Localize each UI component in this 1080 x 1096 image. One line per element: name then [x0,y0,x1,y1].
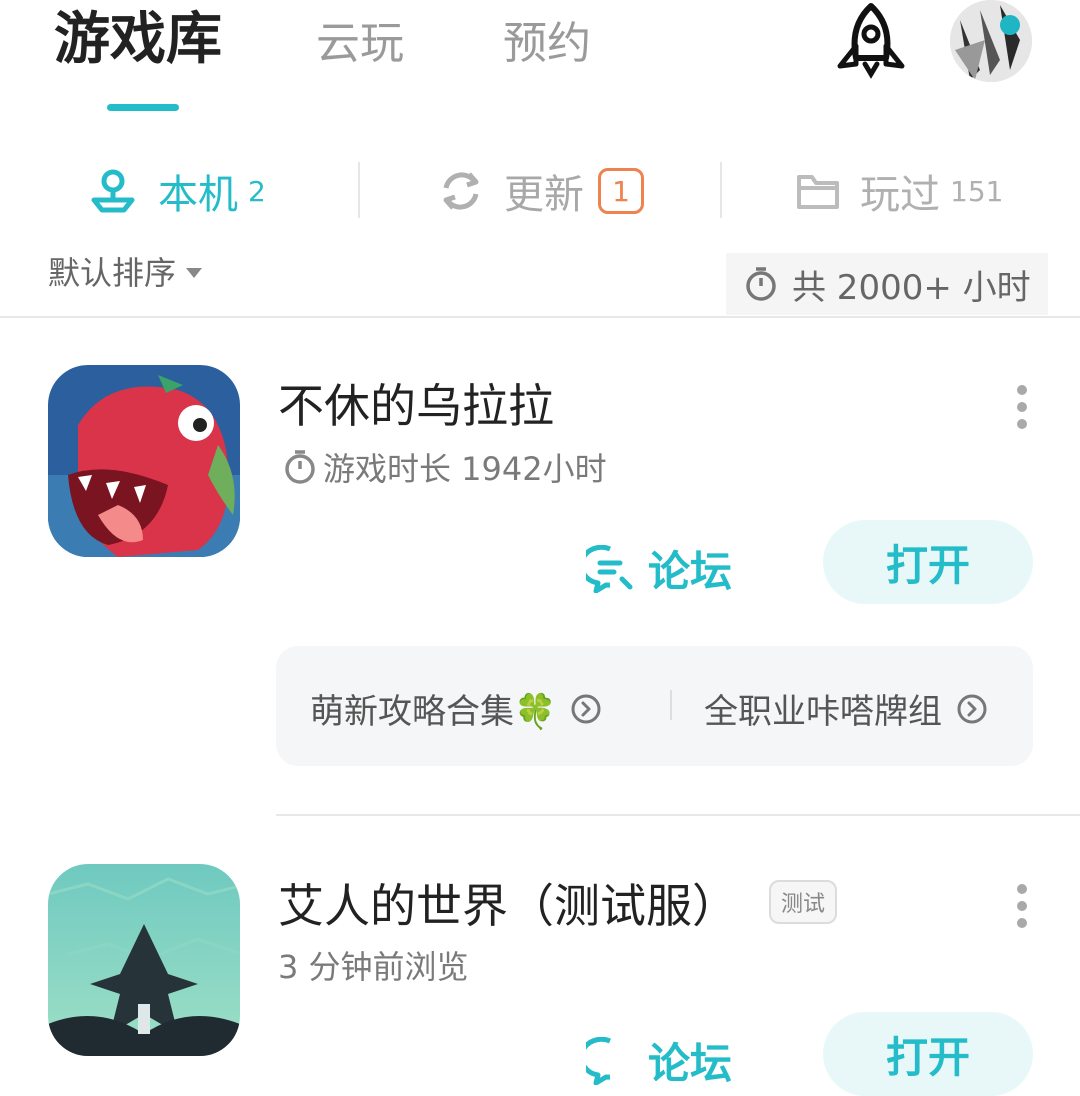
subtab-update[interactable]: 更新 1 [438,160,644,222]
tab-game-library[interactable]: 游戏库 [54,10,222,70]
subtab-divider [358,162,360,218]
open-button[interactable]: 打开 [823,1012,1033,1096]
total-play-time-text: 共 2000+ 小时 [792,267,1031,308]
total-play-time: 共 2000+ 小时 [726,253,1048,315]
game-title[interactable]: 艾人的世界（测试服） [278,870,738,936]
subtab-divider [720,162,722,218]
sort-dropdown[interactable]: 默认排序 [48,248,203,294]
game-icon-wulala[interactable] [48,365,240,557]
update-count-badge: 1 [598,168,644,214]
subtab-played-label: 玩过 [860,172,940,218]
timer-icon [744,266,778,302]
subtab-local[interactable]: 本机 2 [88,160,266,222]
subtab-local-label: 本机 [158,172,238,218]
guide-link[interactable]: 全职业咔嗒牌组 [704,684,988,733]
subtab-played[interactable]: 玩过 151 [796,160,1003,222]
guide-link-label: 萌新攻略合集🍀 [310,692,557,732]
rocket-icon[interactable] [832,2,910,80]
game-play-time: 游戏时长 1942小时 [283,444,607,490]
guide-divider [670,690,672,720]
subtab-played-count: 151 [950,174,1004,208]
item-divider [276,814,1080,816]
game-last-viewed: 3 分钟前浏览 [278,942,469,988]
forum-button[interactable]: 论坛 [586,538,732,599]
guide-link-label: 全职业咔嗒牌组 [704,692,942,732]
test-tag-badge: 测试 [769,880,838,924]
subtab-update-label: 更新 [504,172,584,218]
section-divider [0,316,1080,318]
timer-icon [283,449,317,485]
forum-label: 论坛 [648,1039,733,1088]
game-icon-airen[interactable] [48,864,240,1056]
location-pin-icon [88,166,138,216]
sort-label: 默认排序 [48,254,177,292]
caret-down-icon [186,268,203,278]
game-title[interactable]: 不休的乌拉拉 [278,370,554,436]
more-vertical-icon[interactable] [1017,884,1027,935]
avatar[interactable] [950,0,1032,82]
subtab-local-count: 2 [248,174,266,208]
guide-link[interactable]: 萌新攻略合集🍀 [310,684,602,733]
chat-bubble-icon [586,544,634,593]
forum-label: 论坛 [648,547,733,596]
chevron-right-circle-icon [956,693,988,725]
tab-reservation[interactable]: 预约 [503,14,591,74]
game-play-time-text: 游戏时长 1942小时 [323,450,607,488]
folder-icon [796,169,840,213]
chevron-right-circle-icon [570,693,602,725]
game-last-viewed-text: 3 分钟前浏览 [278,948,469,986]
refresh-icon [438,168,484,214]
forum-button[interactable]: 论坛 [586,1030,732,1091]
active-tab-indicator [107,104,179,111]
more-vertical-icon[interactable] [1017,385,1027,436]
guide-links: 萌新攻略合集🍀 全职业咔嗒牌组 [276,646,1033,766]
tab-cloud-play[interactable]: 云玩 [316,14,404,74]
open-button[interactable]: 打开 [823,520,1033,604]
